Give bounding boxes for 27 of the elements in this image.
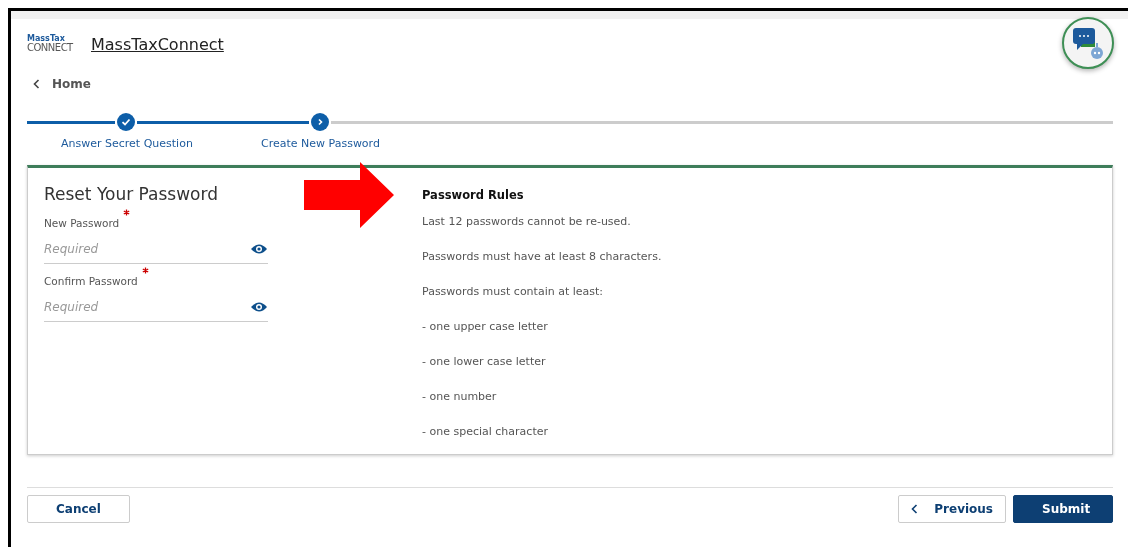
form-title: Reset Your Password [44,184,219,204]
chatbot-button[interactable] [1062,17,1114,69]
field-label: Confirm Password [44,275,138,287]
site-title-link[interactable]: MassTaxConnect [91,34,224,54]
rule-text: Passwords must have at least 8 characters. [422,249,662,265]
rule-text: Last 12 passwords cannot be re-used. [422,214,632,230]
submit-button[interactable]: Submit [1013,495,1113,523]
password-field[interactable]: Required [44,293,250,321]
home-link[interactable]: Home [33,77,91,91]
back-chevron-icon [33,79,40,89]
eye-icon[interactable] [250,243,268,255]
password-field[interactable]: Required [44,235,250,263]
rule-text: - one lower case letter [422,354,547,370]
eye-icon[interactable] [250,301,268,313]
back-chevron-icon [911,504,919,514]
rule-text: - one upper case letter [422,319,549,335]
rule-text: - one number [422,389,498,405]
cancel-button[interactable]: Cancel [27,495,130,523]
rule-text: - one special character [422,424,549,440]
step-label[interactable]: Create New Password [261,137,380,150]
field-label: New Password [44,217,120,229]
previous-button[interactable]: Previous [898,495,1006,523]
chat-robot-icon [1071,26,1105,60]
step-label[interactable]: Answer Secret Question [61,137,193,150]
rule-text: Passwords must contain at least: [422,284,605,300]
logo: MassTax CONNECT [27,35,74,53]
rules-title: Password Rules [422,188,525,202]
